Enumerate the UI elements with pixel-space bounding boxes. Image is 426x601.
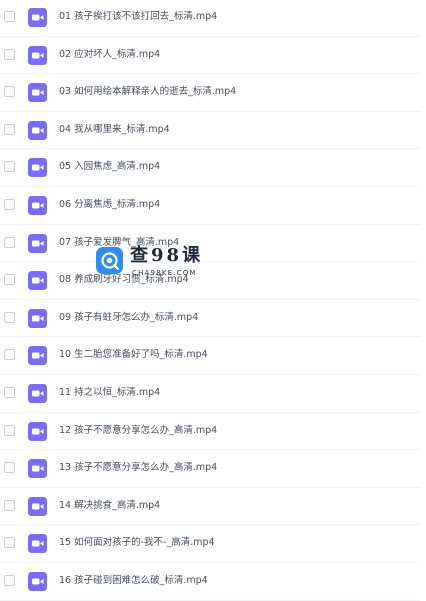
file-row[interactable]: 14 解决挑食_高清.mp4 <box>0 488 426 526</box>
file-name[interactable]: 02 应对坏人_标清.mp4 <box>59 47 160 63</box>
checkbox-icon[interactable] <box>4 387 15 398</box>
file-row[interactable]: 12 孩子不愿意分享怎么办_高清.mp4 <box>0 413 426 451</box>
video-file-icon <box>28 120 47 140</box>
video-file-icon <box>28 8 47 27</box>
file-row[interactable]: 01 孩子挨打该不该打回去_标清.mp4 <box>0 0 426 37</box>
file-row[interactable]: 02 应对坏人_标清.mp4 <box>0 37 426 75</box>
file-row[interactable]: 10 生二胎您准备好了吗_标清.mp4 <box>0 337 426 375</box>
file-row[interactable]: 11 持之以恒_标清.mp4 <box>0 375 426 413</box>
file-name[interactable]: 07 孩子爱发脾气_高清.mp4 <box>59 235 179 251</box>
file-row[interactable]: 08 养成刷牙好习惯_标清.mp4 <box>0 262 426 300</box>
checkbox-icon[interactable] <box>4 575 15 586</box>
file-row[interactable]: 16 孩子碰到困难怎么破_标清.mp4 <box>0 563 426 601</box>
video-file-icon <box>28 196 47 215</box>
file-name[interactable]: 15 如何面对孩子的-我不-_高清.mp4 <box>59 535 215 551</box>
file-name[interactable]: 10 生二胎您准备好了吗_标清.mp4 <box>59 347 208 363</box>
checkbox-icon[interactable] <box>4 86 15 98</box>
file-row[interactable]: 09 孩子有蛀牙怎么办_标清.mp4 <box>0 300 426 338</box>
video-file-icon <box>28 45 47 65</box>
checkbox-icon[interactable] <box>4 199 15 210</box>
checkbox-icon[interactable] <box>4 274 15 286</box>
file-row[interactable]: 15 如何面对孩子的-我不-_高清.mp4 <box>0 525 426 563</box>
file-name[interactable]: 04 我从哪里来_标清.mp4 <box>59 122 170 138</box>
video-file-icon <box>28 346 47 366</box>
video-file-icon <box>28 308 47 328</box>
file-row[interactable]: 13 孩子不愿意分享怎么办_高清.mp4 <box>0 450 426 488</box>
video-file-icon <box>28 83 47 103</box>
file-list: 01 孩子挨打该不该打回去_标清.mp4 02 应对坏人_标清.mp4 03 如何用… <box>0 0 426 601</box>
video-file-icon <box>28 496 47 516</box>
checkbox-icon[interactable] <box>4 349 15 361</box>
file-name[interactable]: 03 如何用绘本解释亲人的逝去_标清.mp4 <box>59 84 236 100</box>
file-name[interactable]: 08 养成刷牙好习惯_标清.mp4 <box>59 272 189 288</box>
checkbox-icon[interactable] <box>4 499 15 511</box>
video-file-icon <box>28 421 47 441</box>
checkbox-icon[interactable] <box>4 11 15 22</box>
file-name[interactable]: 12 孩子不愿意分享怎么办_高清.mp4 <box>59 423 217 439</box>
file-name[interactable]: 09 孩子有蛀牙怎么办_标清.mp4 <box>59 310 198 326</box>
file-row[interactable]: 04 我从哪里来_标清.mp4 <box>0 112 426 150</box>
checkbox-icon[interactable] <box>4 48 15 60</box>
checkbox-icon[interactable] <box>4 311 15 323</box>
checkbox-icon[interactable] <box>4 424 15 436</box>
checkbox-icon[interactable] <box>4 537 15 549</box>
file-name[interactable]: 14 解决挑食_高清.mp4 <box>59 498 160 514</box>
video-file-icon <box>28 233 47 253</box>
video-file-icon <box>28 459 47 479</box>
file-name[interactable]: 11 持之以恒_标清.mp4 <box>59 385 160 401</box>
file-name[interactable]: 05 入园焦虑_高清.mp4 <box>59 159 160 175</box>
checkbox-icon[interactable] <box>4 462 15 474</box>
video-file-icon <box>28 384 47 403</box>
checkbox-icon[interactable] <box>4 161 15 173</box>
checkbox-icon[interactable] <box>4 236 15 248</box>
file-row[interactable]: 05 入园焦虑_高清.mp4 <box>0 149 426 187</box>
file-name[interactable]: 01 孩子挨打该不该打回去_标清.mp4 <box>59 9 217 25</box>
file-name[interactable]: 06 分离焦虑_标清.mp4 <box>59 197 160 213</box>
file-row[interactable]: 03 如何用绘本解释亲人的逝去_标清.mp4 <box>0 74 426 112</box>
video-file-icon <box>28 271 47 291</box>
video-file-icon <box>28 158 47 178</box>
file-name[interactable]: 16 孩子碰到困难怎么破_标清.mp4 <box>59 573 208 589</box>
video-file-icon <box>28 534 47 554</box>
file-name[interactable]: 13 孩子不愿意分享怎么办_高清.mp4 <box>59 460 217 476</box>
file-row[interactable]: 07 孩子爱发脾气_高清.mp4 <box>0 225 426 263</box>
file-row[interactable]: 06 分离焦虑_标清.mp4 <box>0 187 426 225</box>
video-file-icon <box>28 572 47 591</box>
checkbox-icon[interactable] <box>4 123 15 135</box>
